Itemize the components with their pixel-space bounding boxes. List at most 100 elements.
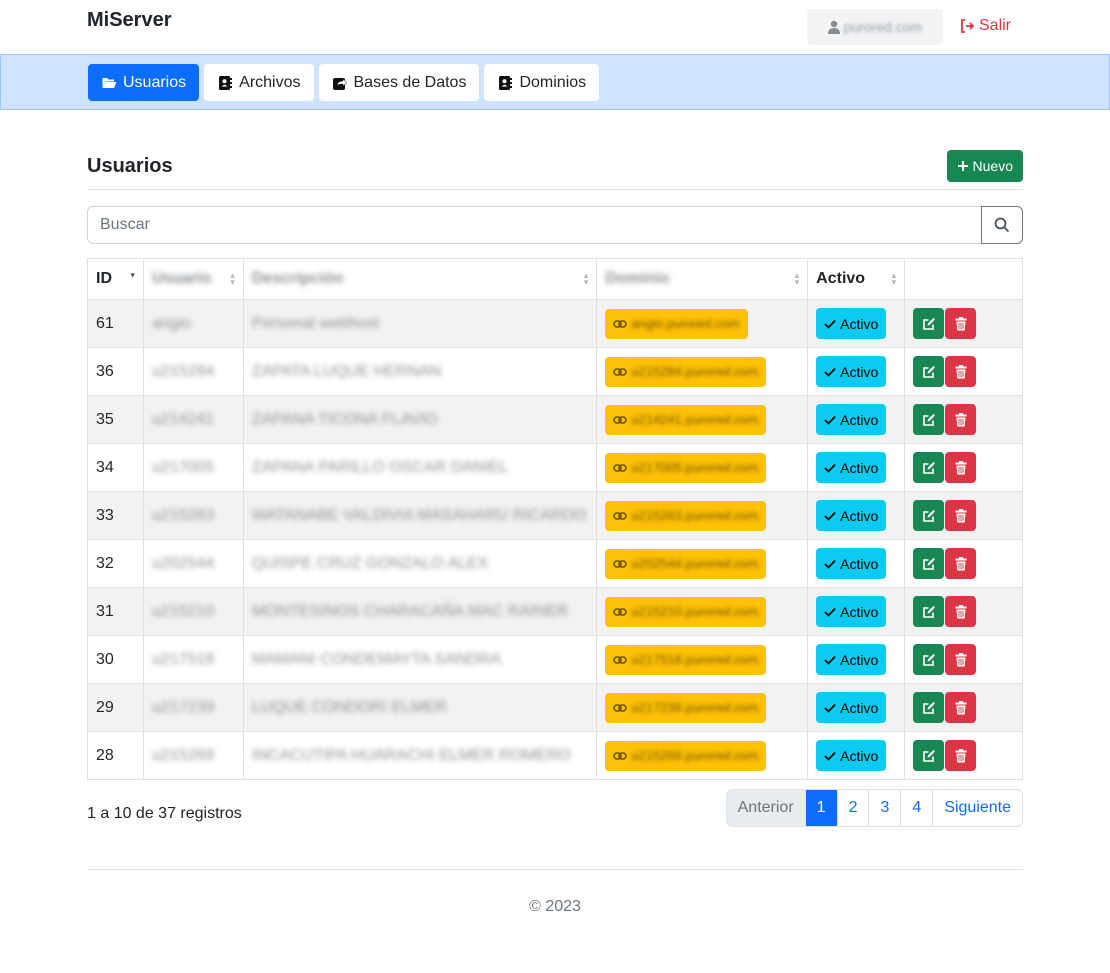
- delete-button[interactable]: [945, 692, 977, 723]
- activo-toggle-button[interactable]: Activo: [816, 452, 887, 483]
- search-icon: [994, 217, 1010, 233]
- cell-id: 30: [87, 635, 144, 684]
- cell-usuario: u217005: [142, 443, 244, 492]
- row-descripcion: MONTESINOS CHARACAÑA MAC RAINER: [251, 602, 569, 620]
- row-dominio: u215284.purored.com: [631, 364, 759, 379]
- col-usuario-label: Usuario: [151, 270, 212, 287]
- sign-out-icon: [961, 19, 975, 33]
- cell-actions: [904, 731, 1023, 780]
- activo-toggle-button[interactable]: Activo: [816, 404, 887, 435]
- domain-badge[interactable]: u217518.purored.com: [605, 644, 767, 675]
- link-icon: [613, 751, 628, 760]
- cell-activo: Activo: [807, 731, 906, 780]
- edit-icon: [922, 749, 935, 762]
- search-input[interactable]: [87, 206, 981, 244]
- brand-title[interactable]: MiServer: [87, 9, 172, 32]
- edit-button[interactable]: [913, 356, 945, 387]
- row-usuario: u202544: [151, 554, 215, 572]
- cell-dominio: u217518.purored.com: [596, 635, 809, 684]
- edit-button[interactable]: [913, 548, 945, 579]
- domain-badge[interactable]: u215263.purored.com: [605, 500, 767, 531]
- activo-toggle-button[interactable]: Activo: [816, 644, 887, 675]
- domain-badge[interactable]: u215269.purored.com: [605, 740, 767, 771]
- user-name: purored.com: [843, 19, 923, 35]
- activo-toggle-button[interactable]: Activo: [816, 308, 887, 339]
- domain-badge[interactable]: u217005.purored.com: [605, 452, 767, 483]
- row-dominio: u217005.purored.com: [631, 460, 759, 475]
- activo-toggle-button[interactable]: Activo: [816, 596, 887, 627]
- col-dominio[interactable]: Dominio ▴ ▾: [596, 258, 809, 300]
- sort-icon: ▴ ▾: [891, 270, 897, 287]
- delete-button[interactable]: [945, 500, 977, 531]
- address-book-icon: [219, 75, 233, 90]
- activo-toggle-button[interactable]: Activo: [816, 356, 887, 387]
- cell-actions: [904, 635, 1023, 684]
- cell-usuario: u215210: [142, 587, 244, 636]
- domain-badge[interactable]: u215210.purored.com: [605, 596, 767, 627]
- pager-page-1[interactable]: 1: [804, 790, 837, 826]
- col-id[interactable]: ID ▾: [87, 258, 144, 300]
- pager-page-3[interactable]: 3: [868, 790, 900, 826]
- row-id: 32: [96, 554, 114, 572]
- activo-toggle-button[interactable]: Activo: [816, 692, 887, 723]
- pager-next[interactable]: Siguiente: [932, 790, 1022, 826]
- tab-archivos[interactable]: Archivos: [204, 64, 314, 101]
- domain-badge[interactable]: u214241.purored.com: [605, 404, 767, 435]
- row-activo: Activo: [840, 747, 879, 764]
- cell-actions: [904, 491, 1023, 540]
- edit-icon: [922, 413, 935, 426]
- table-row: 61 angio Personal webhost angio.purored.com…: [87, 299, 1023, 348]
- tab-dominios[interactable]: Dominios: [484, 64, 600, 101]
- tab-bases-de-datos[interactable]: Bases de Datos: [318, 64, 480, 101]
- edit-button[interactable]: [913, 452, 945, 483]
- delete-button[interactable]: [945, 404, 977, 435]
- tab-usuarios[interactable]: Usuarios: [88, 64, 200, 101]
- domain-badge[interactable]: u217239.purored.com: [605, 692, 767, 723]
- delete-button[interactable]: [945, 356, 977, 387]
- edit-button[interactable]: [913, 740, 945, 771]
- edit-button[interactable]: [913, 596, 945, 627]
- page-footer: © 2023: [87, 869, 1023, 949]
- main-nav: Usuarios Archivos Bases de Datos Dominio…: [0, 54, 1110, 110]
- row-id: 34: [96, 458, 114, 476]
- domain-badge[interactable]: angio.purored.com: [605, 308, 748, 339]
- delete-button[interactable]: [945, 644, 977, 675]
- edit-button[interactable]: [913, 692, 945, 723]
- domain-badge[interactable]: u202544.purored.com: [605, 548, 767, 579]
- cell-id: 35: [87, 395, 144, 444]
- delete-button[interactable]: [945, 308, 977, 339]
- delete-button[interactable]: [945, 452, 977, 483]
- pager-page-2[interactable]: 2: [836, 790, 869, 826]
- delete-button[interactable]: [945, 596, 977, 627]
- trash-icon: [955, 652, 967, 666]
- domain-badge[interactable]: u215284.purored.com: [605, 356, 767, 387]
- col-activo[interactable]: Activo ▴ ▾: [807, 258, 906, 300]
- pager-page-4[interactable]: 4: [900, 790, 932, 826]
- cell-descripcion: LUQUE CONDORI ELMER: [242, 683, 598, 732]
- cell-dominio: u215284.purored.com: [596, 347, 809, 396]
- logout-link[interactable]: Salir: [959, 17, 1011, 35]
- col-descripcion[interactable]: Descripción ▴ ▾: [242, 258, 598, 300]
- row-descripcion: ZAPANA PARILLO OSCAR DANIEL: [251, 458, 509, 476]
- search-button[interactable]: [981, 206, 1023, 244]
- delete-button[interactable]: [945, 548, 977, 579]
- row-descripcion: LUQUE CONDORI ELMER: [251, 698, 447, 716]
- delete-button[interactable]: [945, 740, 977, 771]
- cell-actions: [904, 347, 1023, 396]
- trash-icon: [955, 316, 967, 330]
- activo-toggle-button[interactable]: Activo: [816, 500, 887, 531]
- edit-button[interactable]: [913, 644, 945, 675]
- row-descripcion: QUISPE CRUZ GONZALO ALEX: [251, 554, 489, 572]
- col-usuario[interactable]: Usuario ▴ ▾: [142, 258, 244, 300]
- folder-open-icon: [102, 77, 117, 88]
- edit-button[interactable]: [913, 500, 945, 531]
- activo-toggle-button[interactable]: Activo: [816, 548, 887, 579]
- row-activo: Activo: [840, 699, 879, 716]
- activo-toggle-button[interactable]: Activo: [816, 740, 887, 771]
- new-user-button[interactable]: Nuevo: [946, 150, 1023, 182]
- pager-prev[interactable]: Anterior: [726, 790, 805, 826]
- edit-button[interactable]: [913, 308, 945, 339]
- edit-button[interactable]: [913, 404, 945, 435]
- user-menu[interactable]: purored.com: [807, 9, 943, 45]
- users-table: ID ▾ Usuario ▴ ▾ Descripción ▴ ▾ Dominio ▴ ▾ Ac…: [87, 258, 1023, 780]
